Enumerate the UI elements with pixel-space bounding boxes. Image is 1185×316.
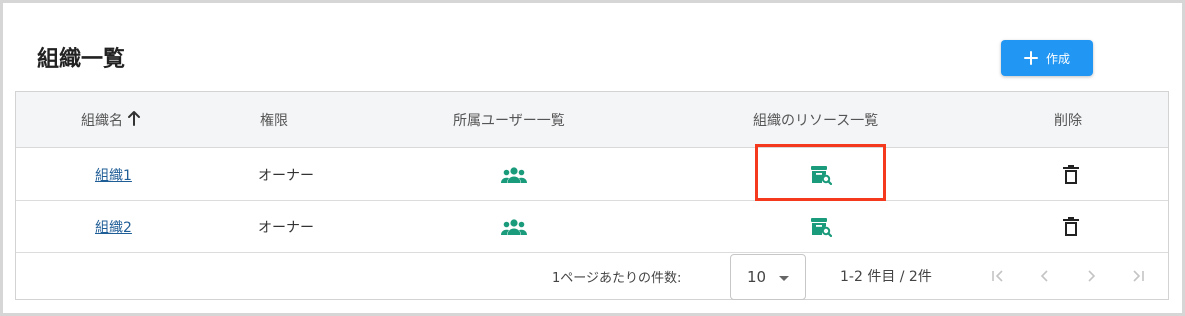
pagination-range: 1-2 件目 / 2件 (840, 269, 932, 285)
next-page-icon[interactable] (1077, 262, 1105, 290)
archive-search-icon[interactable] (807, 161, 835, 189)
create-button[interactable]: 作成 (1001, 40, 1093, 76)
organization-link[interactable]: 組織1 (95, 165, 132, 185)
table-row: 組織1 オーナー (16, 149, 1168, 201)
trash-icon[interactable] (1057, 213, 1085, 241)
table-header: 組織名 権限 所属ユーザー一覧 組織のリソース一覧 削除 (16, 92, 1168, 148)
rows-per-page-value: 10 (747, 268, 767, 286)
trash-icon[interactable] (1057, 161, 1085, 189)
column-header-name[interactable]: 組織名 (81, 92, 141, 148)
rows-per-page-label: 1ページあたりの件数: (552, 270, 682, 286)
arrow-up-icon (127, 110, 141, 130)
table-row: 組織2 オーナー (16, 201, 1168, 253)
caret-down-icon (779, 276, 789, 281)
role-cell: オーナー (258, 168, 314, 184)
organization-table: 組織名 権限 所属ユーザー一覧 組織のリソース一覧 削除 組織1 オーナー 組織… (15, 91, 1169, 300)
plus-icon (1023, 51, 1038, 65)
column-header-resources: 組織のリソース一覧 (753, 113, 879, 129)
first-page-icon[interactable] (984, 262, 1012, 290)
organization-link[interactable]: 組織2 (95, 217, 132, 237)
group-icon[interactable] (500, 213, 528, 241)
main-panel: 組織一覧 作成 組織名 権限 所属ユーザー一覧 組織のリソース一覧 削除 組織1… (3, 3, 1182, 313)
archive-search-icon[interactable] (807, 213, 835, 241)
prev-page-icon[interactable] (1031, 262, 1059, 290)
role-cell: オーナー (258, 220, 314, 236)
column-header-delete: 削除 (1054, 113, 1082, 129)
group-icon[interactable] (500, 161, 528, 189)
column-header-name-label: 組織名 (81, 113, 123, 129)
create-button-label: 作成 (1045, 51, 1070, 66)
last-page-icon[interactable] (1124, 262, 1152, 290)
column-header-role: 権限 (260, 113, 288, 129)
pagination: 1ページあたりの件数: 10 1-2 件目 / 2件 (16, 252, 1168, 300)
column-header-users: 所属ユーザー一覧 (453, 113, 565, 129)
rows-per-page-select[interactable]: 10 (730, 254, 806, 300)
page-title: 組織一覧 (37, 47, 126, 72)
